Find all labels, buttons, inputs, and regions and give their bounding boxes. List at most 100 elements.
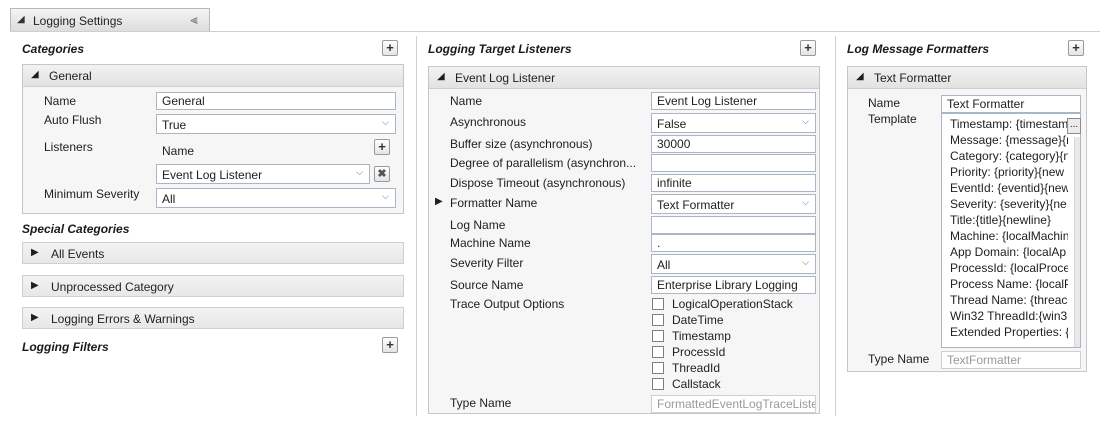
categories-header: Categories bbox=[22, 42, 85, 56]
event-log-listener-header[interactable]: ◢ Event Log Listener bbox=[429, 67, 819, 89]
template-scrollbar[interactable] bbox=[1074, 137, 1080, 347]
template-editor-button[interactable]: ... bbox=[1067, 118, 1081, 134]
template-line: Severity: {severity}{ne bbox=[950, 197, 1067, 211]
template-field[interactable]: Timestamp: {timestam Message: {message}{n… bbox=[941, 113, 1081, 348]
name-label: Name bbox=[44, 94, 77, 108]
listener-prop-field[interactable]: infinite bbox=[651, 174, 816, 192]
special-category-label: Logging Errors & Warnings bbox=[51, 312, 195, 326]
expanded-triangle-icon[interactable]: ◢ bbox=[17, 14, 25, 25]
trace-option-checkbox[interactable] bbox=[652, 298, 664, 310]
collapsed-triangle-icon[interactable]: ▶ bbox=[31, 247, 39, 258]
template-line: Machine: {localMachin bbox=[950, 229, 1068, 243]
tab-divider bbox=[10, 31, 1100, 32]
template-line: Message: {message}{n bbox=[950, 133, 1068, 147]
logging-settings-tab[interactable]: ◢ Logging Settings ⫷ bbox=[10, 8, 210, 32]
listener-prop-field[interactable]: 30000 bbox=[651, 135, 816, 153]
auto-flush-label: Auto Flush bbox=[44, 113, 102, 127]
trace-option-checkbox[interactable] bbox=[652, 330, 664, 342]
template-line: Win32 ThreadId:{win3 bbox=[950, 309, 1068, 323]
listener-prop-label: Log Name bbox=[450, 218, 506, 232]
template-label: Template bbox=[868, 112, 917, 126]
special-category-unprocessed[interactable]: ▶ Unprocessed Category bbox=[22, 275, 404, 297]
category-general-header[interactable]: ◢ General bbox=[23, 65, 403, 87]
listener-prop-value: All bbox=[657, 258, 671, 272]
formatter-name-field[interactable]: Text Formatter bbox=[941, 95, 1081, 113]
template-text: Timestamp: {timestam Message: {message}{n… bbox=[942, 114, 1068, 340]
chevron-down-icon: ⌵ bbox=[356, 167, 363, 177]
add-listener-button[interactable]: + bbox=[374, 139, 390, 155]
listener-prop-dropdown[interactable]: All ⌵ bbox=[651, 254, 816, 274]
special-category-label: Unprocessed Category bbox=[51, 280, 174, 294]
listener-dropdown[interactable]: Event Log Listener ⌵ bbox=[156, 164, 370, 184]
trace-option-label: LogicalOperationStack bbox=[672, 297, 793, 311]
collapsed-triangle-icon[interactable]: ▶ bbox=[31, 280, 39, 291]
special-category-all-events[interactable]: ▶ All Events bbox=[22, 242, 404, 264]
formatter-type-name-label: Type Name bbox=[868, 352, 930, 366]
text-formatter-header[interactable]: ◢ Text Formatter bbox=[848, 67, 1086, 89]
remove-listener-button[interactable]: ✖ bbox=[374, 166, 390, 182]
trace-option-checkbox[interactable] bbox=[652, 362, 664, 374]
template-line: Thread Name: {threac bbox=[950, 293, 1068, 307]
minimum-severity-label: Minimum Severity bbox=[44, 187, 140, 201]
trace-option-label: ProcessId bbox=[672, 345, 726, 359]
add-filter-button[interactable]: + bbox=[382, 337, 398, 353]
listener-type-name-field[interactable]: FormattedEventLogTraceListe bbox=[651, 395, 816, 413]
expanded-triangle-icon[interactable]: ◢ bbox=[437, 71, 445, 82]
listener-prop-label: Formatter Name bbox=[450, 196, 538, 210]
add-formatter-button[interactable]: + bbox=[1068, 40, 1084, 56]
listeners-label: Listeners bbox=[44, 140, 93, 154]
listener-prop-field[interactable] bbox=[651, 216, 816, 234]
listener-prop-field[interactable] bbox=[651, 154, 816, 172]
type-name-label: Type Name bbox=[450, 396, 512, 410]
trace-output-options-label: Trace Output Options bbox=[450, 297, 565, 311]
special-categories-header: Special Categories bbox=[22, 222, 130, 236]
selected-row-arrow-icon: ▶ bbox=[435, 196, 443, 207]
listener-prop-field[interactable]: . bbox=[651, 234, 816, 252]
listener-prop-field[interactable]: Event Log Listener bbox=[651, 92, 816, 110]
listener-prop-label: Severity Filter bbox=[450, 256, 524, 270]
collapse-all-icon[interactable]: ⫷ bbox=[185, 11, 203, 29]
column-divider bbox=[835, 36, 836, 416]
chevron-down-icon: ⌵ bbox=[802, 197, 809, 207]
trace-option-label: ThreadId bbox=[672, 361, 721, 375]
logging-filters-header: Logging Filters bbox=[22, 340, 109, 354]
listener-prop-value: Text Formatter bbox=[657, 198, 735, 212]
trace-option-checkbox[interactable] bbox=[652, 378, 664, 390]
template-line: App Domain: {localAp bbox=[950, 245, 1067, 259]
expanded-triangle-icon[interactable]: ◢ bbox=[31, 69, 39, 80]
expanded-triangle-icon[interactable]: ◢ bbox=[856, 71, 864, 82]
formatters-header: Log Message Formatters bbox=[847, 42, 990, 56]
collapsed-triangle-icon[interactable]: ▶ bbox=[31, 312, 39, 323]
special-category-logging-errors[interactable]: ▶ Logging Errors & Warnings bbox=[22, 307, 404, 329]
minimum-severity-dropdown[interactable]: All ⌵ bbox=[156, 188, 396, 208]
auto-flush-value: True bbox=[162, 118, 187, 132]
template-line: Process Name: {localP bbox=[950, 277, 1068, 291]
formatter-type-name-field[interactable]: TextFormatter bbox=[941, 351, 1081, 369]
listener-prop-label: Asynchronous bbox=[450, 115, 527, 129]
chevron-down-icon: ⌵ bbox=[802, 257, 809, 267]
trace-option-label: Callstack bbox=[672, 377, 721, 391]
template-line: EventId: {eventid}{new bbox=[950, 181, 1068, 195]
add-category-button[interactable]: + bbox=[382, 40, 398, 56]
listener-prop-label: Degree of parallelism (asynchron... bbox=[450, 156, 637, 170]
template-line: Title:{title}{newline} bbox=[950, 213, 1051, 227]
template-line: Category: {category}{n bbox=[950, 149, 1068, 163]
special-category-label: All Events bbox=[51, 247, 105, 261]
listener-prop-label: Source Name bbox=[450, 278, 524, 292]
trace-option-checkbox[interactable] bbox=[652, 314, 664, 326]
listener-prop-field[interactable]: Enterprise Library Logging bbox=[651, 276, 816, 294]
tab-title: Logging Settings bbox=[33, 14, 123, 28]
category-name-field[interactable]: General bbox=[156, 92, 396, 110]
trace-option-label: DateTime bbox=[672, 313, 724, 327]
trace-option-checkbox[interactable] bbox=[652, 346, 664, 358]
formatter-name-label: Name bbox=[868, 96, 901, 110]
listener-title: Event Log Listener bbox=[455, 71, 556, 85]
listener-value: Event Log Listener bbox=[162, 168, 263, 182]
template-line: Priority: {priority}{new bbox=[950, 165, 1065, 179]
auto-flush-dropdown[interactable]: True ⌵ bbox=[156, 114, 396, 134]
listener-prop-label: Dispose Timeout (asynchronous) bbox=[450, 176, 626, 190]
listener-prop-dropdown[interactable]: False ⌵ bbox=[651, 113, 816, 133]
listener-prop-label: Name bbox=[450, 94, 483, 108]
listener-prop-dropdown[interactable]: Text Formatter ⌵ bbox=[651, 194, 816, 214]
add-listener-column-button[interactable]: + bbox=[800, 40, 816, 56]
